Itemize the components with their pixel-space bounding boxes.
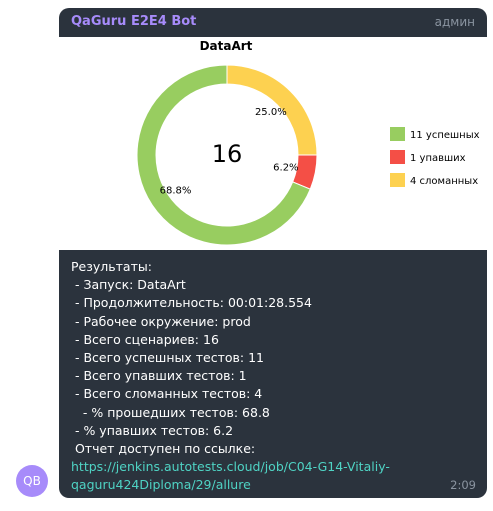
admin-badge: админ <box>434 15 475 29</box>
report-chart-image[interactable]: DataArt 16 25.0% 6.2% 68.8% 11 успешных 1 у… <box>59 37 487 250</box>
results-text: Результаты: - Запуск: DataArt - Продолжи… <box>71 258 481 495</box>
bot-name[interactable]: QaGuru E2E4 Bot <box>71 14 196 29</box>
legend-label: 4 сломанных <box>410 176 478 187</box>
result-line: - Продолжительность: 00:01:28.554 <box>71 295 312 311</box>
result-line: - Всего сценариев: 16 <box>71 331 219 347</box>
legend-label: 11 успешных <box>410 130 480 141</box>
result-line: - Всего успешных тестов: 11 <box>71 350 264 366</box>
legend-swatch <box>390 173 405 187</box>
legend-label: 1 упавших <box>410 153 466 164</box>
legend-swatch <box>390 127 405 141</box>
message-time: 2:09 <box>450 478 476 492</box>
chart-slice-percent: 6.2% <box>273 163 298 174</box>
result-line: - % упавших тестов: 6.2 <box>71 422 234 438</box>
result-line: Отчет доступен по ссылке: <box>71 441 256 457</box>
legend-swatch <box>390 150 405 164</box>
report-link-part-2[interactable]: qaguru424Diploma/29/allure <box>71 477 251 492</box>
result-line: - Всего упавших тестов: 1 <box>71 368 247 384</box>
message-bubble: QaGuru E2E4 Bot админ DataArt 16 25.0% 6.… <box>59 8 487 498</box>
report-link-part-1[interactable]: https://jenkins.autotests.cloud/job/C04-… <box>71 459 390 474</box>
message-header: QaGuru E2E4 Bot админ <box>59 8 487 38</box>
bot-avatar[interactable]: QB <box>16 465 48 497</box>
result-line: - Рабочее окружение: prod <box>71 313 251 329</box>
chart-center-total: 16 <box>212 140 243 168</box>
chart-slice-percent: 25.0% <box>255 107 287 118</box>
chart-title: DataArt <box>200 39 253 53</box>
result-line: Результаты: <box>71 259 152 274</box>
report-link[interactable]: https://jenkins.autotests.cloud/job/C04-… <box>71 458 481 494</box>
chart-slice-percent: 68.8% <box>160 186 192 197</box>
result-line: - Всего сломанных тестов: 4 <box>71 386 263 402</box>
chart-legend: 11 успешных 1 упавших 4 сломанных <box>390 127 480 187</box>
result-line: - Запуск: DataArt <box>71 277 186 293</box>
result-line: - % прошедших тестов: 68.8 <box>71 404 270 420</box>
donut-chart: DataArt 16 25.0% 6.2% 68.8% 11 успешных 1 у… <box>136 39 480 246</box>
